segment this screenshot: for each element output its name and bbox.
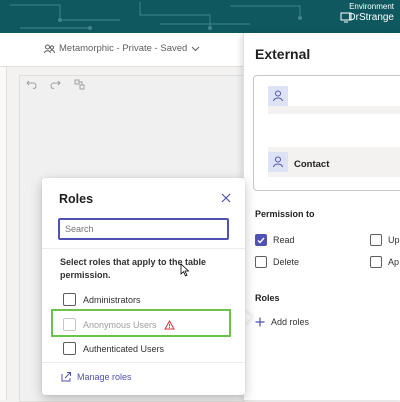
permission-label: Delete (273, 257, 300, 267)
relationship-card: contact_customer_contac Contact (253, 75, 400, 191)
checkbox-icon (63, 293, 76, 306)
role-administrators-checkbox[interactable]: Administrators (63, 293, 141, 306)
document-title-menu[interactable]: Metamorphic - Private - Saved (44, 43, 200, 54)
permission-update-checkbox[interactable]: Up (370, 234, 400, 246)
checkbox-checked-icon (255, 234, 267, 246)
divider (42, 248, 245, 249)
permission-label: Ap (388, 257, 400, 267)
people-icon (44, 44, 55, 53)
environment-switcher[interactable]: Environment DrStrange (348, 2, 394, 23)
permission-delete-checkbox[interactable]: Delete (255, 256, 299, 268)
plus-icon (255, 317, 265, 327)
panel-title: External (255, 46, 311, 62)
role-label: Administrators (83, 294, 141, 305)
environment-name: DrStrange (348, 11, 394, 23)
role-authenticated-users-checkbox[interactable]: Authenticated Users (63, 342, 164, 355)
manage-roles-label: Manage roles (77, 372, 132, 382)
permission-read-checkbox[interactable]: Read (255, 234, 295, 246)
checkbox-icon (255, 256, 267, 268)
manage-roles-link[interactable]: Manage roles (61, 372, 132, 382)
roles-instruction: Select roles that apply to the table per… (60, 257, 207, 281)
top-bar: Environment DrStrange (0, 0, 400, 33)
chevron-down-icon (191, 46, 200, 51)
redo-icon[interactable] (50, 79, 61, 89)
add-roles-button[interactable]: Add roles (255, 317, 309, 327)
popup-title: Roles (59, 192, 94, 206)
checkbox-icon (63, 342, 76, 355)
permission-label: Read (273, 235, 295, 245)
checkbox-icon (370, 256, 382, 268)
canvas-toolbar (26, 79, 85, 90)
contact-person-icon (268, 152, 288, 172)
mouse-cursor-icon (180, 263, 190, 277)
roles-search-input[interactable] (58, 218, 229, 240)
left-pane (0, 67, 7, 400)
permission-label: Up (388, 235, 400, 245)
undo-icon[interactable] (26, 79, 37, 89)
roles-popup: Roles Select roles that apply to the tab… (42, 178, 245, 395)
close-icon[interactable] (221, 192, 231, 205)
layout-icon[interactable] (74, 79, 85, 90)
checkbox-icon (63, 318, 76, 331)
role-label: Authenticated Users (83, 343, 165, 354)
command-bar: Metamorphic - Private - Saved (0, 33, 243, 67)
table-permission-panel: External contact_customer_contac Contact… (243, 33, 400, 400)
role-anonymous-users-checkbox[interactable]: Anonymous Users (63, 318, 175, 331)
roles-section-title: Roles (255, 293, 280, 303)
checkbox-icon (370, 234, 382, 246)
add-roles-label: Add roles (271, 317, 310, 327)
role-label: Anonymous Users (83, 319, 157, 330)
divider (42, 362, 245, 363)
entity-row-strip (268, 106, 400, 114)
person-icon (268, 86, 288, 106)
environment-label: Environment (349, 2, 394, 11)
contact-entity-label: Contact (294, 159, 330, 170)
permission-section-title: Permission to (255, 209, 315, 219)
warning-icon (163, 319, 175, 329)
open-external-icon (61, 372, 71, 382)
document-title: Metamorphic - Private - Saved (59, 43, 188, 54)
permission-append-checkbox[interactable]: Ap (370, 256, 399, 268)
